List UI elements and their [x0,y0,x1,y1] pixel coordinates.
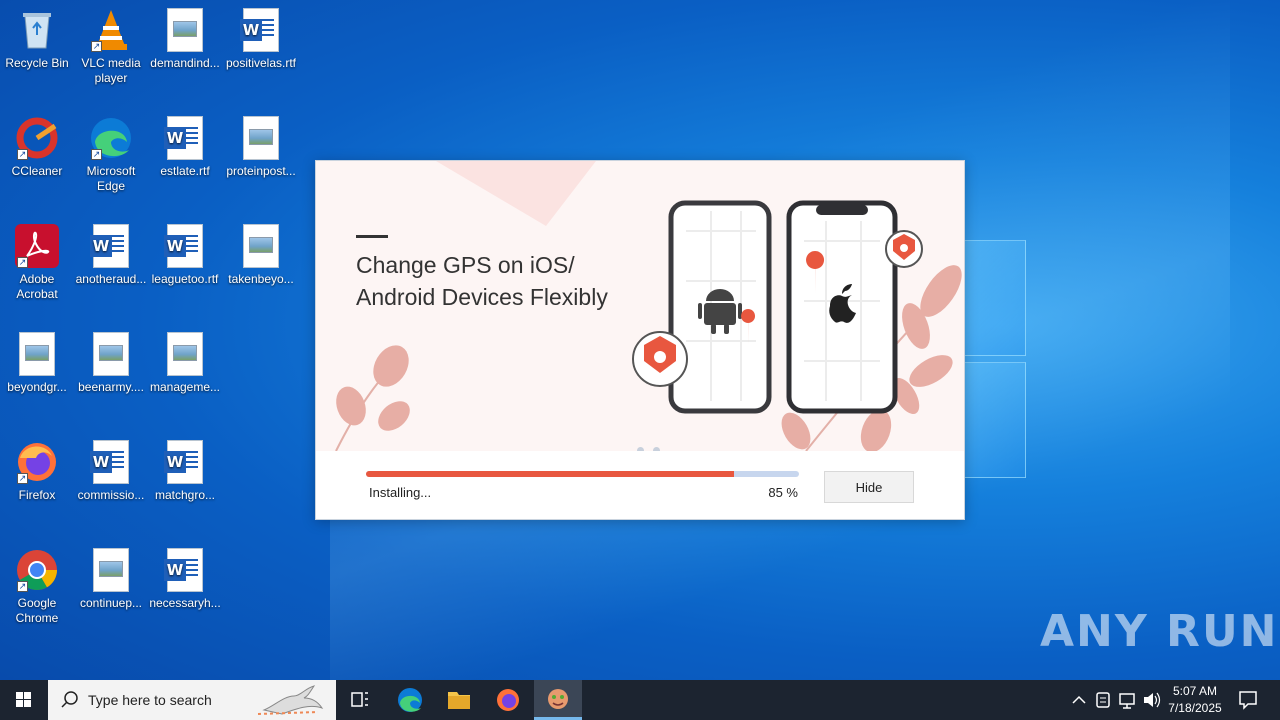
word-document-icon: W [164,440,203,484]
word-document-icon: W [240,8,279,52]
image-file-icon [167,8,203,52]
image-file-icon [243,224,279,268]
headline-dash [356,235,388,238]
desktop-icon-commissio[interactable]: W commissio... [74,440,148,503]
desktop-icon-necessaryh[interactable]: W necessaryh... [148,548,222,611]
install-progress-bar [366,471,799,477]
network-icon[interactable] [1116,680,1138,720]
tray-app-icon[interactable] [1092,680,1114,720]
desktop-icon-positivelas[interactable]: W positivelas.rtf [224,8,298,71]
recycle-bin-icon [15,8,59,52]
start-button[interactable] [0,680,48,720]
desktop-icon-recycle-bin[interactable]: Recycle Bin [0,8,74,71]
anyrun-watermark: ANY RUN [1040,606,1279,657]
install-progress-fill [366,471,735,477]
carousel-dots [637,441,669,451]
desktop-icon-beyondgr[interactable]: beyondgr... [0,332,74,395]
desktop-icon-matchgro[interactable]: W matchgro... [148,440,222,503]
search-highlight-dove-icon [257,685,324,715]
desktop-icon-takenbeyo[interactable]: takenbeyo... [224,224,298,287]
notification-center-icon[interactable] [1236,680,1260,720]
carousel-dot-2[interactable] [653,447,660,451]
vlc-icon: ↗ [89,8,133,52]
installer-window: Change GPS on iOS/ Android Devices Flexi… [315,160,965,520]
desktop-icon-manageme[interactable]: manageme... [148,332,222,395]
taskbar-file-explorer[interactable] [435,680,483,720]
desktop-icon-vlc[interactable]: ↗ VLC media player [74,8,148,86]
hide-button[interactable]: Hide [824,471,914,503]
desktop-icon-beenarmy[interactable]: beenarmy.... [74,332,148,395]
word-document-icon: W [164,224,203,268]
word-document-icon: W [164,548,203,592]
chrome-icon: ↗ [15,548,59,592]
word-document-icon: W [90,224,129,268]
desktop-icon-proteinpost[interactable]: proteinpost... [224,116,298,179]
desktop-icon-ccleaner[interactable]: ↗ CCleaner [0,116,74,179]
desktop-icon-adobe-acrobat[interactable]: ↗ Adobe Acrobat [0,224,74,302]
taskbar-installer-app[interactable] [534,680,582,720]
word-document-icon: W [90,440,129,484]
installer-headline: Change GPS on iOS/ Android Devices Flexi… [356,252,608,310]
firefox-icon: ↗ [15,440,59,484]
show-hidden-icons-chevron-icon[interactable] [1068,680,1090,720]
clock-time: 5:07 AM [1172,684,1218,698]
install-status-text: Installing... [369,485,432,500]
desktop-icon-anotheraud[interactable]: W anotheraud... [74,224,148,287]
image-file-icon [93,332,129,376]
image-file-icon [167,332,203,376]
installer-app-icon [548,689,568,709]
task-view-icon [351,692,368,707]
taskbar-clock[interactable]: 5:07 AM 7/18/2025 [1158,683,1232,717]
desktop-icon-estlate[interactable]: W estlate.rtf [148,116,222,179]
search-icon [61,691,78,708]
search-placeholder: Type here to search [88,692,212,708]
firefox-icon [497,689,519,711]
word-document-icon: W [164,116,203,160]
folder-icon [448,692,470,709]
taskbar-edge[interactable] [386,680,434,720]
clock-date: 7/18/2025 [1168,701,1222,715]
taskbar: Type here to search 5:07 AM 7/18/2025 [0,680,1280,720]
desktop-icon-firefox[interactable]: ↗ Firefox [0,440,74,503]
image-file-icon [243,116,279,160]
taskbar-search-box[interactable]: Type here to search [48,680,336,720]
task-view-button[interactable] [336,680,384,720]
taskbar-firefox[interactable] [484,680,532,720]
desktop-icon-google-chrome[interactable]: ↗ Google Chrome [0,548,74,626]
desktop-icon-continuep[interactable]: continuep... [74,548,148,611]
image-file-icon [93,548,129,592]
desktop-icon-leaguetoo[interactable]: W leaguetoo.rtf [148,224,222,287]
installer-banner: Change GPS on iOS/ Android Devices Flexi… [316,161,964,451]
desktop-icon-demandind[interactable]: demandind... [148,8,222,71]
edge-icon [398,688,422,712]
acrobat-icon: ↗ [15,224,59,268]
windows-start-icon [16,692,31,707]
desktop-icon-microsoft-edge[interactable]: ↗ Microsoft Edge [74,116,148,194]
install-percent-text: 85 % [768,485,798,500]
carousel-dot-1[interactable] [637,447,644,451]
image-file-icon [19,332,55,376]
edge-icon: ↗ [89,116,133,160]
ccleaner-icon: ↗ [15,116,59,160]
